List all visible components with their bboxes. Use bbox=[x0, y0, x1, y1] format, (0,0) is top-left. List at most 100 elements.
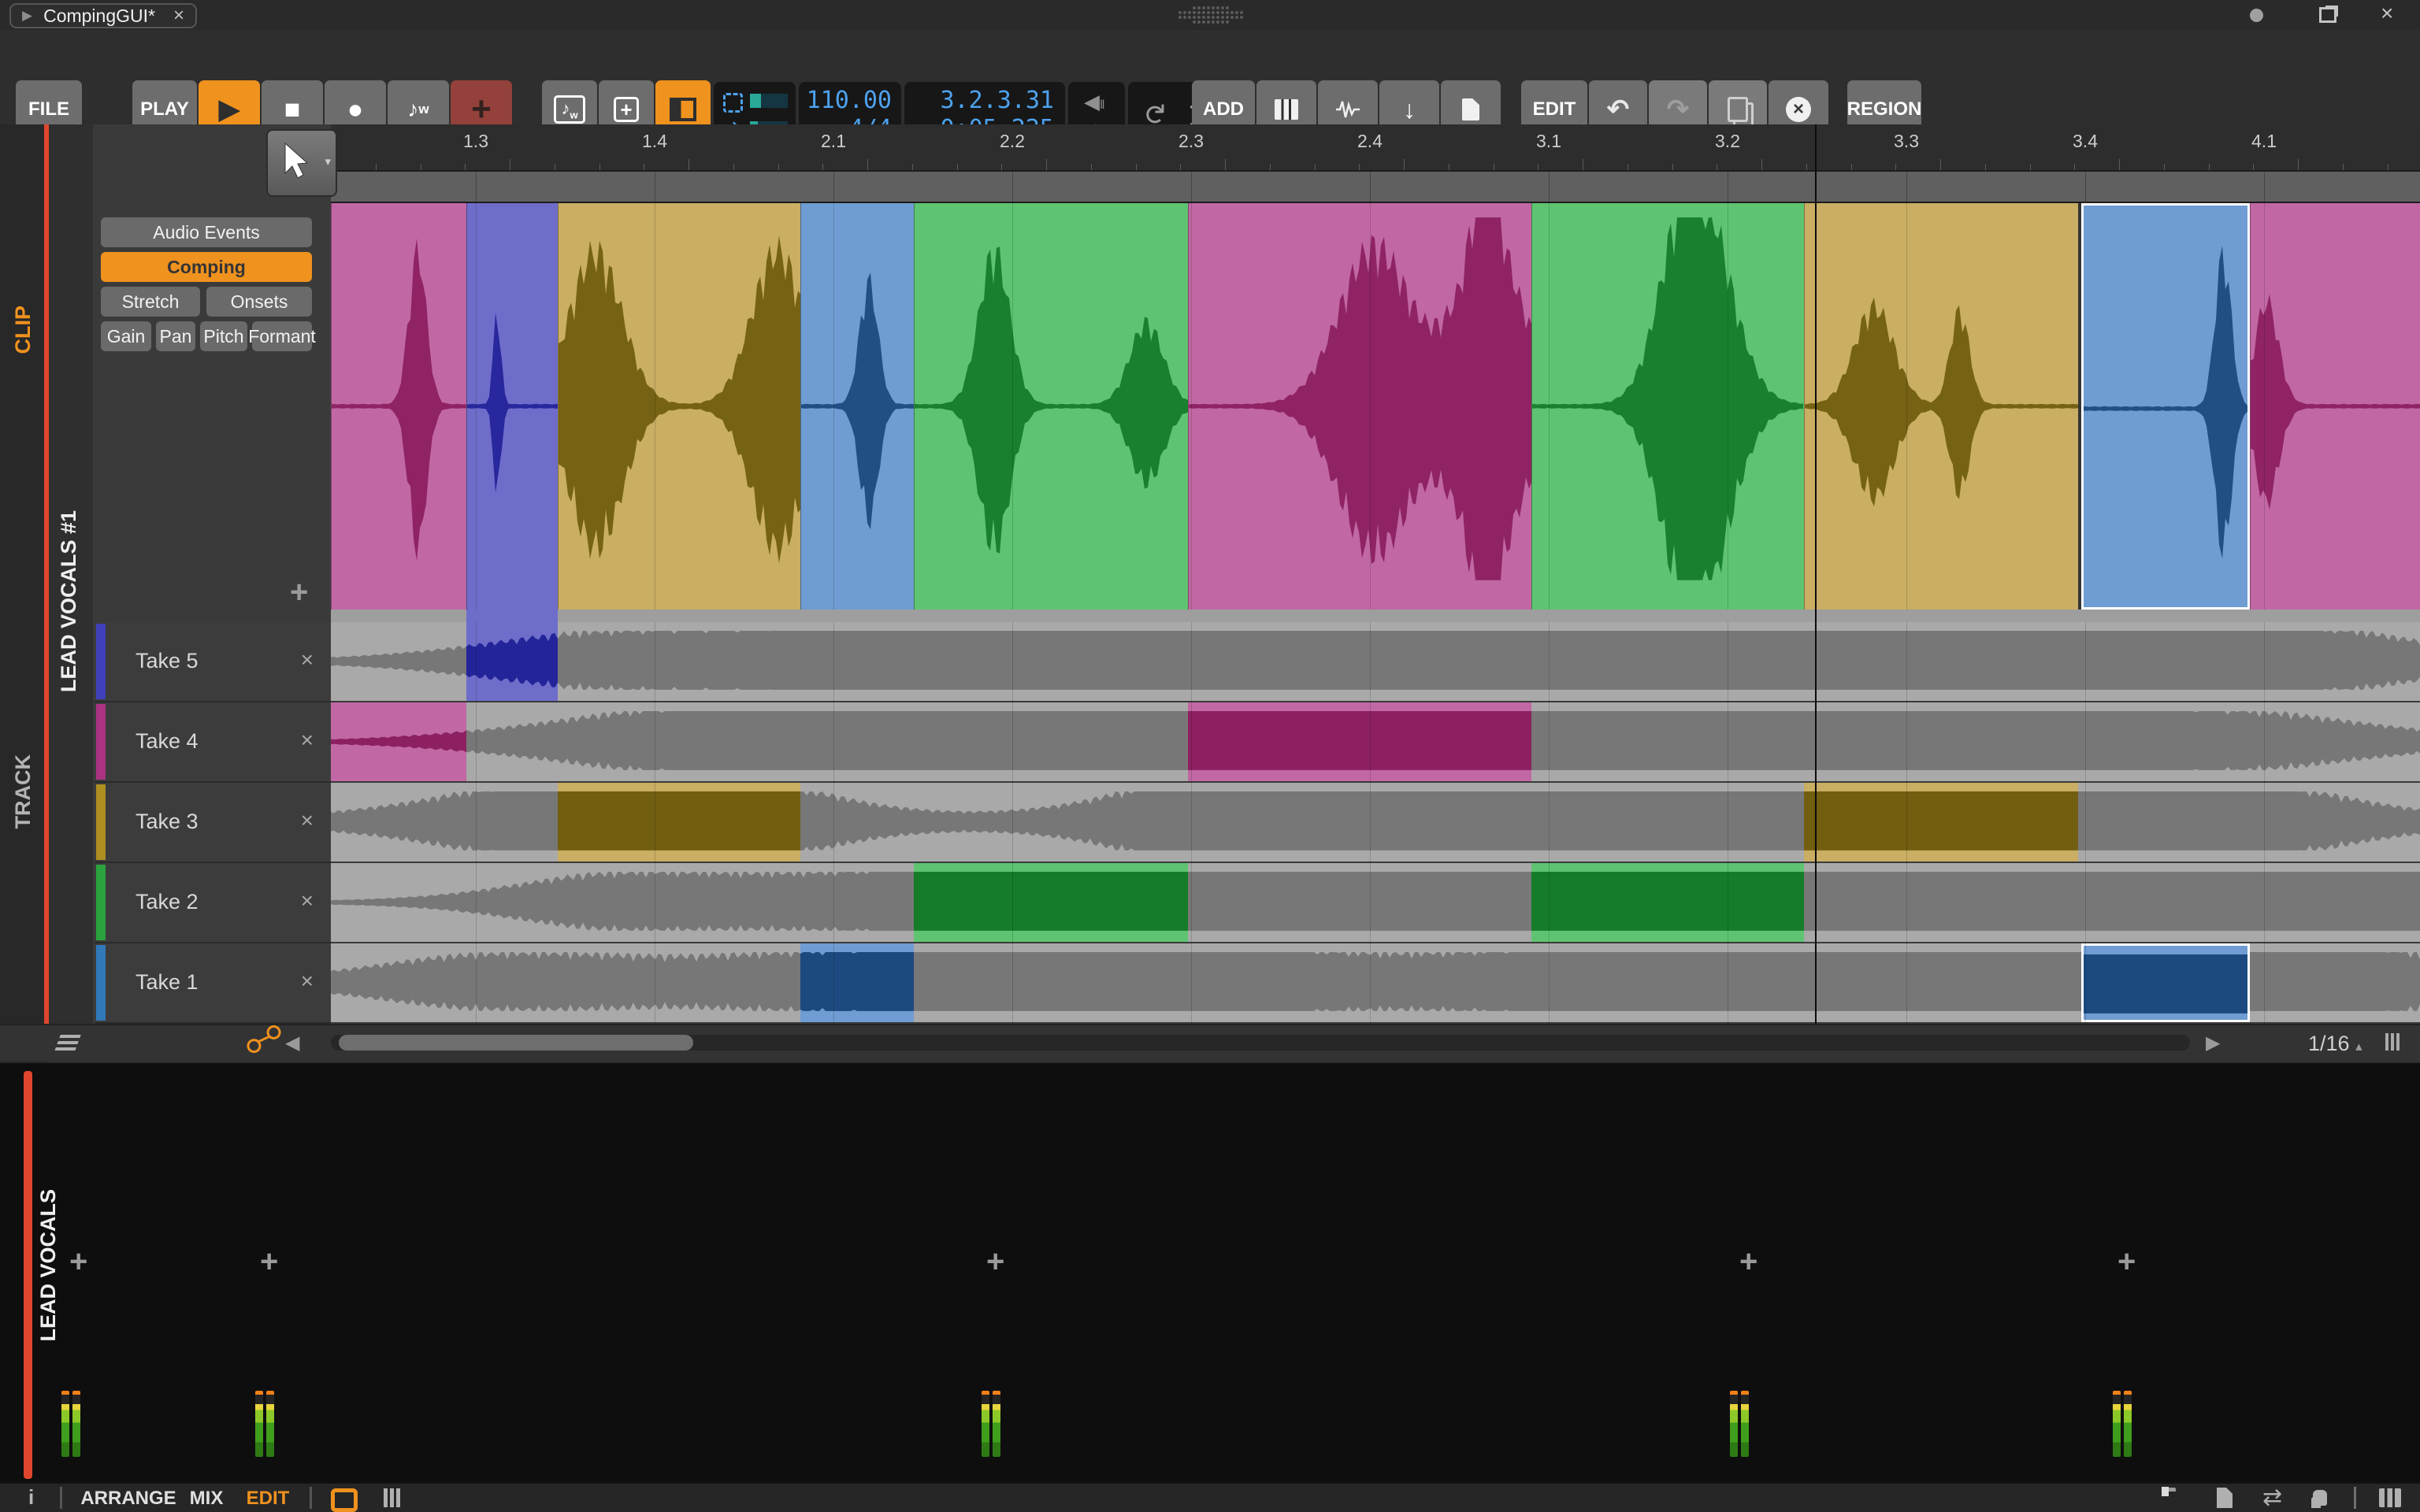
take-remove-button[interactable]: × bbox=[301, 647, 314, 673]
comp-section-green[interactable] bbox=[914, 203, 1188, 610]
ruler-tick: 2.3 bbox=[1178, 131, 1204, 151]
take-remove-button[interactable]: × bbox=[301, 888, 314, 914]
clip-tab[interactable]: CLIP bbox=[11, 306, 35, 354]
ruler-tick: 2.4 bbox=[1357, 131, 1383, 151]
info-icon[interactable]: i bbox=[28, 1485, 34, 1510]
stretch-button[interactable]: Stretch bbox=[101, 287, 200, 317]
take-lane-3[interactable] bbox=[331, 783, 2420, 863]
mix-tab[interactable]: MIX bbox=[190, 1488, 224, 1510]
ruler-tick: 3.3 bbox=[1894, 131, 1919, 151]
onsets-button[interactable]: Onsets bbox=[206, 287, 312, 317]
comp-section-blue[interactable] bbox=[2081, 203, 2250, 610]
audio-events-button[interactable]: Audio Events bbox=[101, 217, 312, 247]
chain-meter-4 bbox=[1730, 1391, 1749, 1457]
link-takes-icon[interactable] bbox=[244, 1022, 284, 1056]
h-scrollbar-thumb[interactable] bbox=[339, 1035, 693, 1051]
comp-section-indigo[interactable] bbox=[466, 203, 558, 610]
take-used-segment[interactable] bbox=[1804, 783, 2078, 862]
take-used-segment[interactable] bbox=[466, 622, 558, 701]
device-panel: LEAD VOCALS + DE-ESSER ○→ 4.49 kHz 4 10 … bbox=[0, 1063, 2420, 1482]
ruler-tick: 3.2 bbox=[1715, 131, 1740, 151]
dual-panel-layout-icon[interactable] bbox=[384, 1488, 388, 1507]
comp-section-blue[interactable] bbox=[800, 203, 914, 610]
comp-section-green[interactable] bbox=[1531, 203, 1804, 610]
file-icon bbox=[1462, 98, 1479, 120]
add-device-button-3[interactable]: + bbox=[986, 1244, 1004, 1280]
take-lane-5[interactable] bbox=[331, 622, 2420, 702]
ruler-tick: 3.4 bbox=[2073, 131, 2098, 151]
take-remove-button[interactable]: × bbox=[301, 728, 314, 753]
playhead bbox=[1815, 124, 1817, 1024]
add-device-button-4[interactable]: + bbox=[1739, 1244, 1757, 1280]
pitch-button[interactable]: Pitch bbox=[200, 321, 247, 351]
document-tab[interactable]: ▶ CompingGUI* × bbox=[9, 3, 197, 28]
take-remove-button[interactable]: × bbox=[301, 969, 314, 994]
take-lane-list bbox=[331, 622, 2420, 1024]
cursor-icon bbox=[284, 142, 309, 179]
cursor-tool-button[interactable]: ▾ bbox=[266, 129, 337, 197]
scroll-left-icon[interactable]: ◀ bbox=[285, 1032, 299, 1054]
loop-icon[interactable]: ↻ bbox=[1138, 102, 1171, 126]
take-used-segment[interactable] bbox=[331, 702, 466, 781]
comp-section-olive[interactable] bbox=[1804, 203, 2078, 610]
bitwig-logo bbox=[1178, 6, 1245, 25]
comp-section-magenta[interactable] bbox=[331, 203, 466, 610]
tab-close-icon[interactable]: × bbox=[173, 5, 184, 27]
comp-section-olive[interactable] bbox=[558, 203, 800, 610]
io-swap-icon[interactable]: ⇄ bbox=[2262, 1484, 2282, 1511]
inspector-panel-icon[interactable] bbox=[2217, 1488, 2233, 1508]
delete-icon: × bbox=[1786, 97, 1811, 122]
take-used-segment[interactable] bbox=[914, 863, 1188, 942]
take-header-4[interactable]: Take 4 × bbox=[95, 702, 331, 783]
punch-in-icon[interactable]: ◀‖ bbox=[1084, 90, 1104, 114]
cpu-icon bbox=[723, 93, 743, 113]
comping-button[interactable]: Comping bbox=[101, 252, 312, 282]
ruler-tick: 1.4 bbox=[642, 131, 667, 151]
add-device-button[interactable]: + bbox=[69, 1244, 87, 1280]
ruler-tick: 1.3 bbox=[463, 131, 488, 151]
on-screen-keyboard-icon[interactable] bbox=[2379, 1488, 2401, 1507]
arrange-tab[interactable]: ARRANGE bbox=[80, 1488, 176, 1510]
song-position-value[interactable]: 3.2.3.31 bbox=[941, 85, 1055, 117]
take-lane-2[interactable] bbox=[331, 863, 2420, 943]
edit-tab[interactable]: EDIT bbox=[247, 1488, 290, 1510]
grid-size-value[interactable]: 1/16 ▴ bbox=[2308, 1032, 2362, 1056]
take-used-segment[interactable] bbox=[1531, 863, 1804, 942]
pan-button[interactable]: Pan bbox=[156, 321, 195, 351]
timeline-ruler[interactable]: 1.3 1.4 2.1 2.2 2.3 2.4 3.1 3.2 3.3 3.4 4.1 bbox=[331, 124, 2420, 172]
layers-icon[interactable] bbox=[59, 1035, 81, 1038]
take-lane-4[interactable] bbox=[331, 702, 2420, 783]
single-panel-layout-icon[interactable] bbox=[331, 1488, 358, 1512]
clip-track-name: LEAD VOCALS #1 bbox=[57, 510, 80, 693]
close-window-button[interactable]: × bbox=[2381, 1, 2393, 26]
ruler-tick: 2.2 bbox=[1000, 131, 1025, 151]
grid-settings-icon[interactable] bbox=[2385, 1033, 2388, 1051]
scroll-right-icon[interactable]: ▶ bbox=[2206, 1032, 2220, 1054]
copy-icon bbox=[1728, 97, 1748, 122]
take-used-segment[interactable] bbox=[558, 783, 800, 862]
clip-loop-band[interactable] bbox=[331, 172, 2420, 203]
chain-meter-2 bbox=[255, 1391, 274, 1457]
session-indicator bbox=[2250, 9, 2263, 22]
add-device-button-2[interactable]: + bbox=[260, 1244, 278, 1280]
tool-dropdown-icon: ▾ bbox=[325, 155, 331, 169]
take-header-1[interactable]: Take 1 × bbox=[95, 943, 331, 1024]
take-header-3[interactable]: Take 3 × bbox=[95, 783, 331, 863]
restore-window-button[interactable] bbox=[2319, 7, 2336, 23]
take-lane-1[interactable] bbox=[331, 943, 2420, 1024]
gain-button[interactable]: Gain bbox=[101, 321, 151, 351]
tempo-value[interactable]: 110.00 bbox=[807, 85, 892, 117]
take-header-2[interactable]: Take 2 × bbox=[95, 863, 331, 943]
h-scrollbar[interactable] bbox=[331, 1035, 2190, 1051]
formant-button[interactable]: Formant bbox=[248, 321, 316, 351]
take-header-5[interactable]: Take 5 × bbox=[95, 622, 331, 702]
take-remove-button[interactable]: × bbox=[301, 808, 314, 833]
add-device-button-5[interactable]: + bbox=[2118, 1244, 2136, 1280]
take-used-segment[interactable] bbox=[1188, 702, 1531, 781]
take-used-segment[interactable] bbox=[800, 943, 914, 1022]
add-take-button[interactable]: + bbox=[290, 575, 308, 610]
touch-mode-icon[interactable] bbox=[2313, 1490, 2327, 1506]
take-used-segment[interactable] bbox=[2081, 943, 2250, 1022]
comp-section-magenta[interactable] bbox=[1188, 203, 1531, 610]
comp-section-magenta[interactable] bbox=[2250, 203, 2420, 610]
